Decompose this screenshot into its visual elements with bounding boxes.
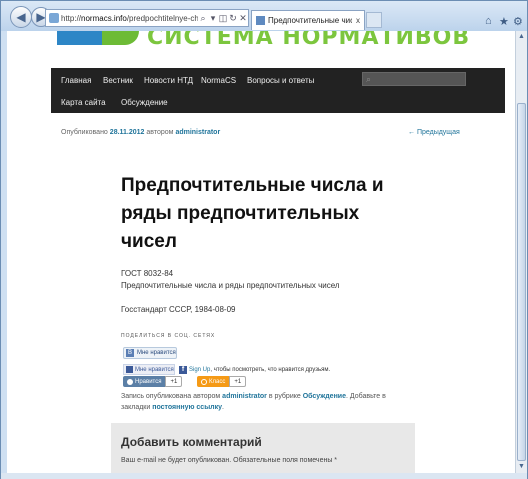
vk-recommend-button[interactable]: Нравится +1 [123,376,183,387]
favorites-star-icon[interactable]: ★ [499,15,509,28]
status-bar [1,473,527,479]
scroll-up-icon[interactable]: ▲ [516,31,527,43]
refresh-icon[interactable]: ↻ [228,13,238,24]
comment-heading: Добавить комментарий [121,435,262,449]
comment-note: Ваш e-mail не будет опубликован. Обязате… [121,457,338,464]
menu-item-discussion[interactable]: Обсуждение [121,98,168,107]
browser-toolbar: ◀ ▶ http://normacs.info/predpochtitelnye… [1,1,527,31]
search-icon[interactable]: ⌕ [198,13,208,24]
thumbs-up-icon [126,366,133,373]
tab-close-icon[interactable]: x [352,16,364,25]
dropdown-icon[interactable]: ▾ [208,13,218,24]
post-meta: Опубликовано 28.11.2012 автором administ… [61,129,221,136]
comment-section: Добавить комментарий Ваш e-mail не будет… [111,423,415,473]
facebook-like-row: Мне нравится f Sign Up , чтобы посмотрет… [123,364,330,375]
post-date-link[interactable]: 28.11.2012 [110,129,145,136]
stop-icon[interactable]: ✕ [238,13,248,24]
new-tab-button[interactable] [366,12,382,28]
odnoklassniki-icon [201,378,207,385]
menu-item-normacs[interactable]: NormaCS [201,76,236,85]
scroll-down-icon[interactable]: ▼ [516,461,527,473]
entry-footer: Запись опубликована автором administrato… [121,393,386,411]
search-input[interactable]: ⌕ [362,72,466,86]
site-logo-mark[interactable] [57,31,139,45]
author-link[interactable]: administrator [175,129,220,136]
compatibility-view-icon[interactable]: ◫ [218,13,228,24]
facebook-icon: f [179,365,187,374]
search-icon: ⌕ [366,74,372,84]
menu-item-qa[interactable]: Вопросы и ответы [247,76,314,85]
footer-author-link[interactable]: administrator [222,393,267,400]
odnoklassniki-button[interactable]: Класс +1 [197,376,247,387]
standard-name: Предпочтительные числа и ряды предпочтит… [121,281,340,290]
vk-like-button[interactable]: B Мне нравится [123,347,177,359]
back-arrow-icon: ◀ [16,10,26,24]
menu-item-sitemap[interactable]: Карта сайта [61,98,106,107]
facebook-like-button[interactable]: Мне нравится [123,364,175,375]
home-icon[interactable]: ⌂ [485,15,492,27]
permalink-link[interactable]: постоянную ссылку [152,404,222,411]
vertical-scrollbar[interactable]: ▲ ▼ [515,31,527,473]
standard-number: ГОСТ 8032-84 [121,269,174,278]
address-bar[interactable]: http://normacs.info/predpochtitelnye-chi… [45,9,249,27]
facebook-signup-link[interactable]: Sign Up [189,367,210,373]
ok-counter: +1 [229,376,247,387]
site-favicon-icon [49,13,59,23]
site-logo-text[interactable]: СИСТЕМА НОРМАТИВОВ [147,31,470,50]
share-heading: ПОДЕЛИТЬСЯ В СОЦ. СЕТЯХ [121,333,216,339]
back-button[interactable]: ◀ [10,6,32,28]
tab-favicon-icon [256,16,265,25]
facebook-signup-text: , чтобы посмотреть, что нравится друзьям… [210,366,331,373]
page-viewport: СИСТЕМА НОРМАТИВОВ Главная Вестник Новос… [7,31,515,473]
tools-gear-icon[interactable]: ⚙ [513,15,523,28]
vk-counter: +1 [165,376,183,387]
browser-window: ◀ ▶ http://normacs.info/predpochtitelnye… [0,0,528,479]
category-link[interactable]: Обсуждение [303,393,346,400]
browser-tab[interactable]: Предпочтительные числа ... x [251,10,365,30]
scrollbar-thumb[interactable] [517,103,526,461]
standard-issuer: Госстандарт СССР, 1984-08-09 [121,305,236,314]
vk-circle-icon [127,378,133,385]
vk-icon: B [126,349,134,357]
main-menu: Главная Вестник Новости НТД NormaCS Вопр… [51,68,505,113]
address-url[interactable]: http://normacs.info/predpochtitelnye-chi… [61,14,198,23]
menu-item-vestnik[interactable]: Вестник [103,76,133,85]
menu-item-home[interactable]: Главная [61,76,91,85]
menu-item-news[interactable]: Новости НТД [144,76,193,85]
page-title: Предпочтительные числа и ряды предпочтит… [121,175,384,252]
previous-post-link[interactable]: ← Предыдущая [408,129,460,136]
tab-title: Предпочтительные числа ... [268,16,352,25]
